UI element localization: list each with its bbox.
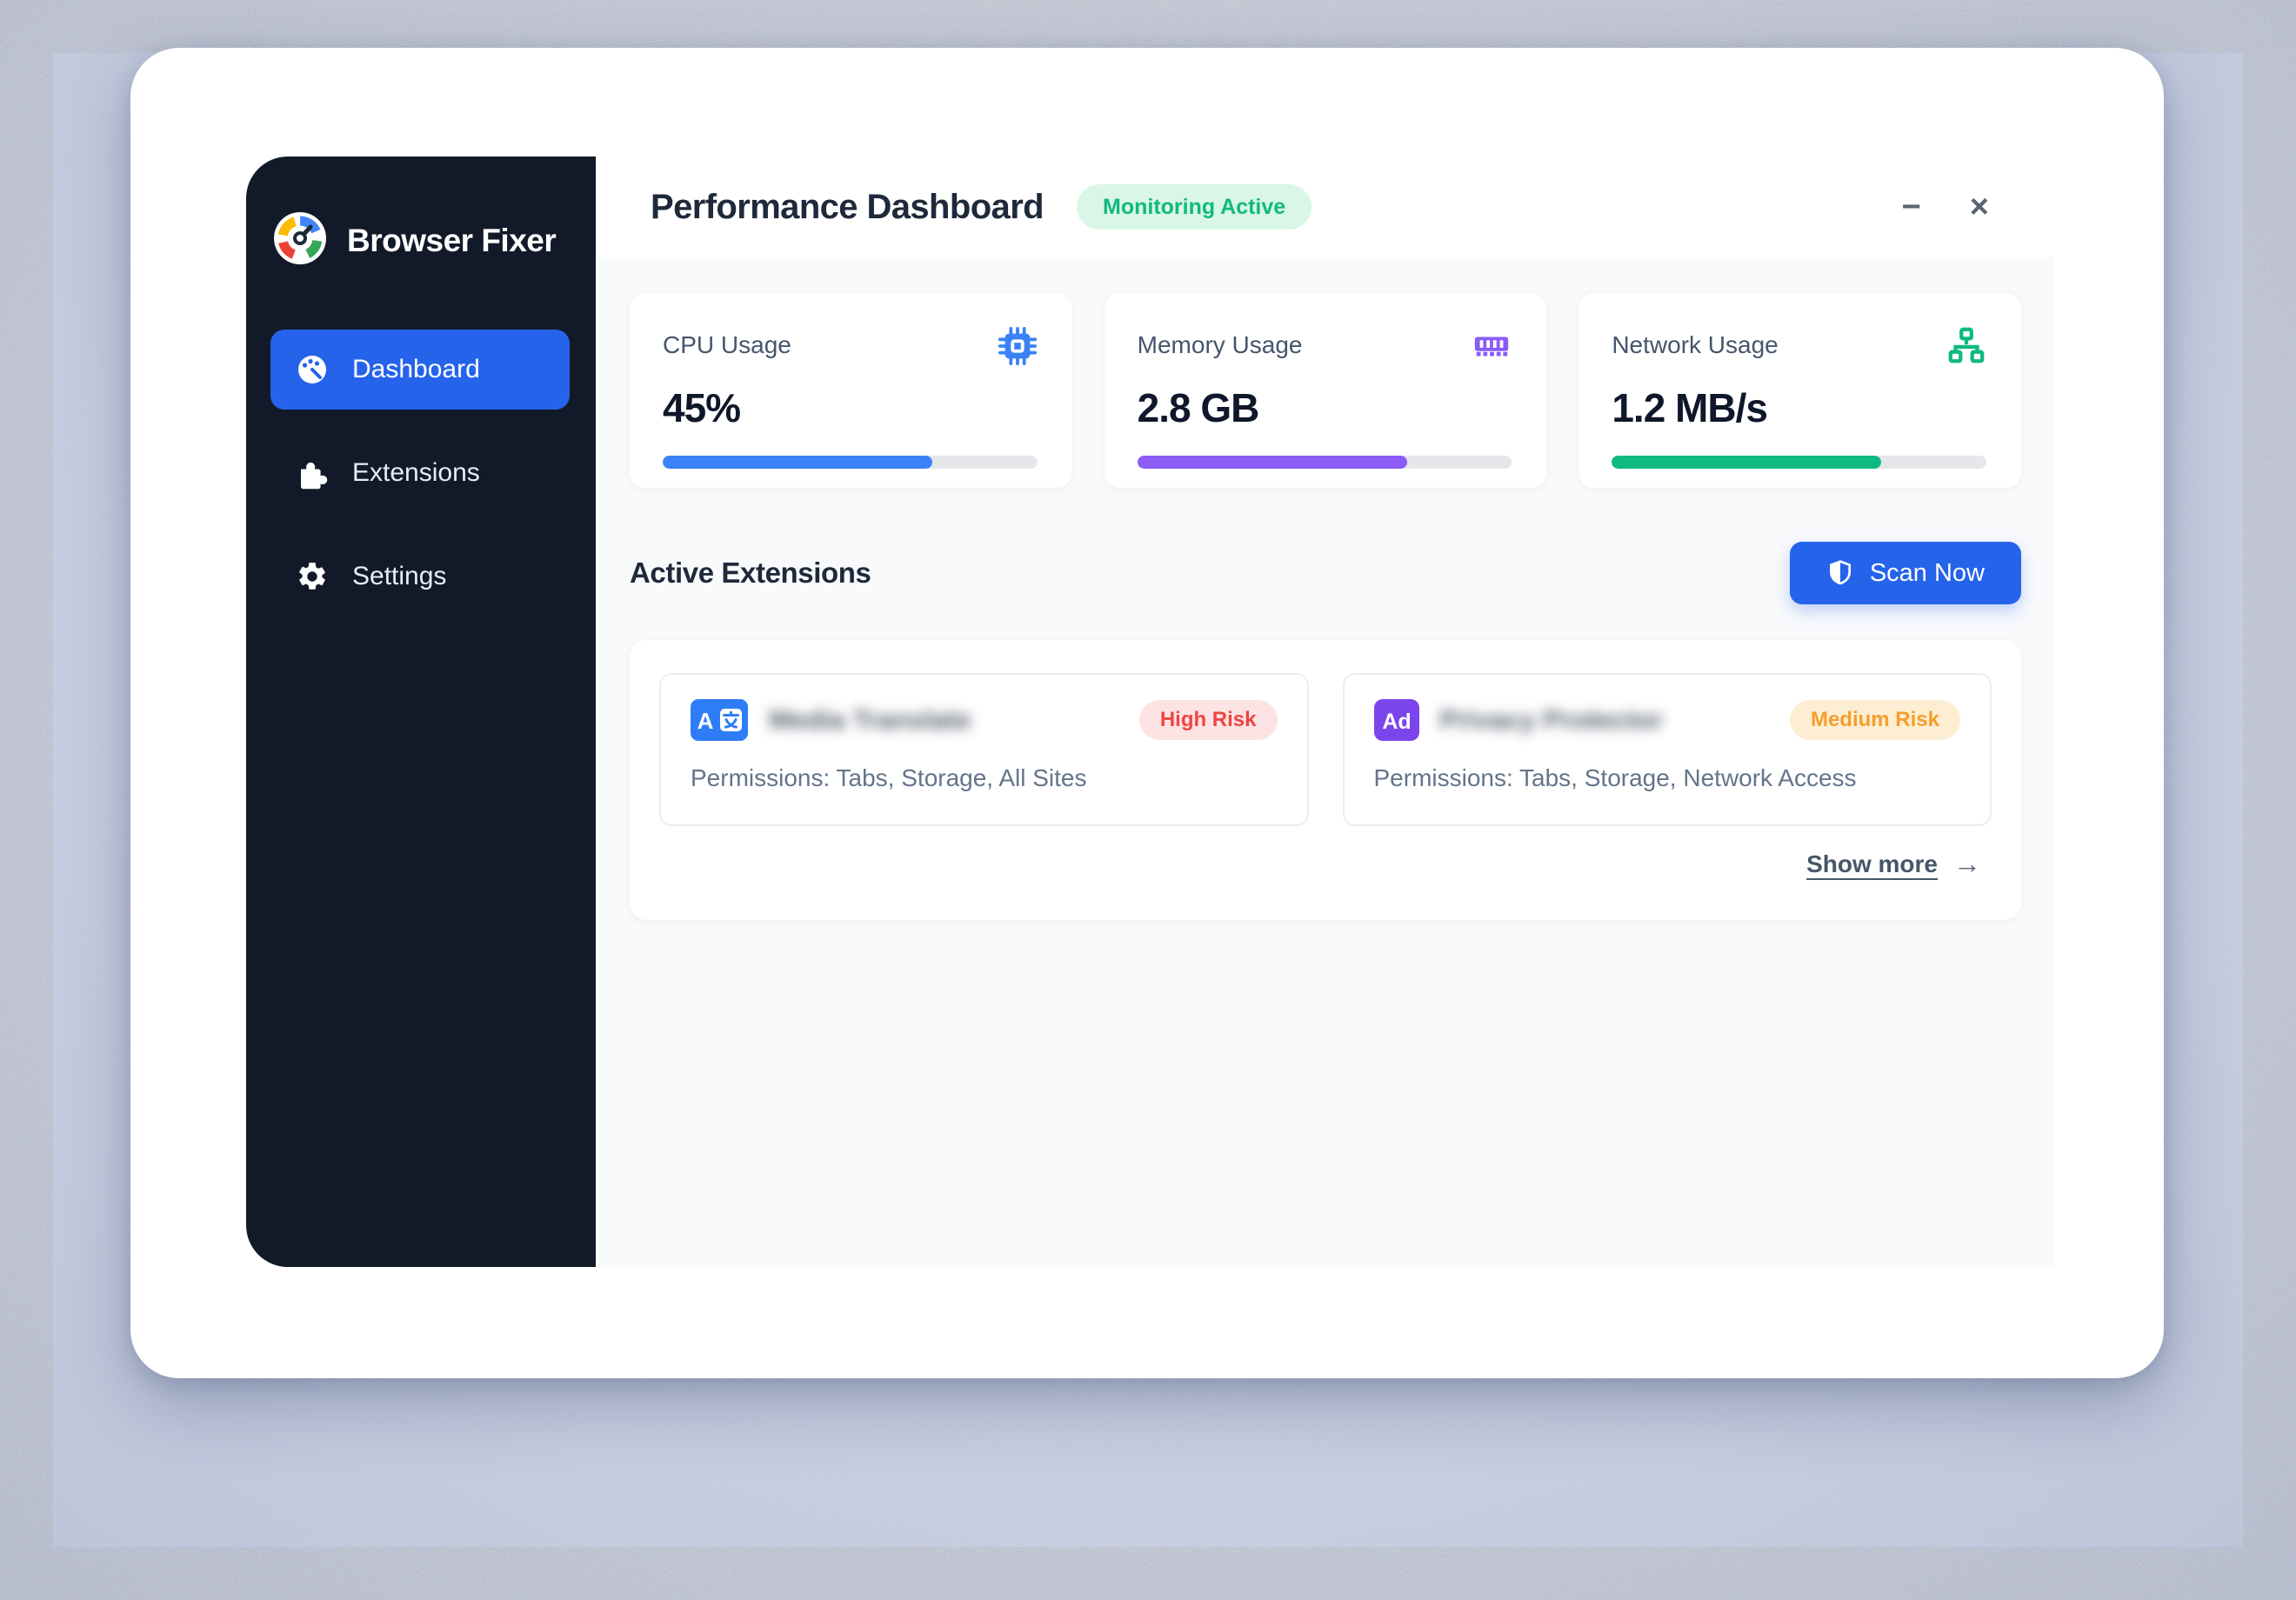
show-more-row: Show more → bbox=[659, 848, 1992, 880]
cpu-progress-track bbox=[663, 456, 1038, 469]
stat-value: 45% bbox=[663, 384, 1038, 431]
memory-usage-card: Memory Usage bbox=[1105, 293, 1547, 488]
close-icon[interactable]: × bbox=[1970, 190, 1989, 223]
extension-permissions: Permissions: Tabs, Storage, Network Acce… bbox=[1374, 764, 1961, 792]
window-controls: − × bbox=[1902, 190, 1989, 223]
browser-fixer-logo-icon bbox=[272, 210, 328, 270]
sidebar-item-label: Extensions bbox=[352, 458, 480, 488]
network-progress-track bbox=[1612, 456, 1986, 469]
cpu-usage-card: CPU Usage 45% bbox=[630, 293, 1072, 488]
stat-value: 2.8 GB bbox=[1138, 384, 1512, 431]
stats-row: CPU Usage 45% bbox=[630, 293, 2021, 488]
ad-extension-icon: Ad bbox=[1374, 699, 1419, 741]
extension-card-media-translate[interactable]: A Media Translate High Risk Permissions:… bbox=[659, 673, 1309, 826]
scan-now-label: Scan Now bbox=[1870, 559, 1985, 588]
risk-badge-medium: Medium Risk bbox=[1790, 700, 1960, 740]
shield-icon bbox=[1826, 559, 1854, 587]
stat-label: Network Usage bbox=[1612, 331, 1778, 359]
memory-progress-fill bbox=[1138, 456, 1407, 469]
app-frame: Browser Fixer Dashboard bbox=[246, 157, 2053, 1267]
memory-progress-track bbox=[1138, 456, 1512, 469]
network-progress-fill bbox=[1612, 456, 1881, 469]
header: Performance Dashboard Monitoring Active … bbox=[596, 157, 2053, 257]
sidebar-nav: Dashboard Extensions bbox=[270, 330, 570, 617]
brand: Browser Fixer bbox=[270, 210, 570, 270]
gear-icon bbox=[295, 559, 330, 594]
extension-permissions: Permissions: Tabs, Storage, All Sites bbox=[691, 764, 1278, 792]
network-usage-card: Network Usage 1.2 MB/s bbox=[1578, 293, 2021, 488]
extensions-grid: A Media Translate High Risk Permissions:… bbox=[659, 673, 1992, 826]
sidebar-item-settings[interactable]: Settings bbox=[270, 537, 570, 617]
cpu-progress-fill bbox=[663, 456, 932, 469]
dashboard-gauge-icon bbox=[295, 352, 330, 387]
minimize-icon[interactable]: − bbox=[1902, 190, 1921, 223]
scan-now-button[interactable]: Scan Now bbox=[1790, 542, 2021, 604]
risk-badge-high: High Risk bbox=[1139, 700, 1278, 740]
page-title: Performance Dashboard bbox=[651, 188, 1044, 227]
sidebar-item-label: Settings bbox=[352, 562, 446, 591]
sidebar: Browser Fixer Dashboard bbox=[246, 157, 596, 1267]
cpu-chip-icon bbox=[998, 326, 1038, 370]
svg-text:A: A bbox=[697, 708, 714, 734]
monitoring-status-badge: Monitoring Active bbox=[1077, 184, 1312, 230]
svg-text:Ad: Ad bbox=[1382, 710, 1411, 734]
translate-extension-icon: A bbox=[691, 699, 748, 741]
sidebar-item-extensions[interactable]: Extensions bbox=[270, 433, 570, 513]
sidebar-item-dashboard[interactable]: Dashboard bbox=[270, 330, 570, 410]
app-window: Browser Fixer Dashboard bbox=[130, 48, 2164, 1378]
extension-name-blurred: Privacy Protector bbox=[1440, 704, 1664, 736]
main-panel: CPU Usage 45% bbox=[596, 257, 2053, 1267]
extension-card-privacy-protector[interactable]: Ad Privacy Protector Medium Risk Permiss… bbox=[1343, 673, 1992, 826]
stat-value: 1.2 MB/s bbox=[1612, 384, 1986, 431]
network-nodes-icon bbox=[1946, 326, 1986, 370]
memory-ram-icon bbox=[1472, 326, 1512, 370]
sidebar-item-label: Dashboard bbox=[352, 355, 480, 384]
show-more-link[interactable]: Show more bbox=[1806, 850, 1938, 878]
extensions-panel: A Media Translate High Risk Permissions:… bbox=[630, 640, 2021, 920]
extension-name-blurred: Media Translate bbox=[769, 704, 971, 736]
brand-title: Browser Fixer bbox=[347, 223, 556, 259]
active-extensions-header-row: Active Extensions Scan Now bbox=[630, 542, 2021, 604]
arrow-right-icon[interactable]: → bbox=[1953, 848, 1981, 880]
stat-label: CPU Usage bbox=[663, 331, 791, 359]
stat-label: Memory Usage bbox=[1138, 331, 1303, 359]
content-area: Performance Dashboard Monitoring Active … bbox=[596, 157, 2053, 1267]
section-title: Active Extensions bbox=[630, 557, 871, 590]
puzzle-piece-icon bbox=[295, 456, 330, 490]
